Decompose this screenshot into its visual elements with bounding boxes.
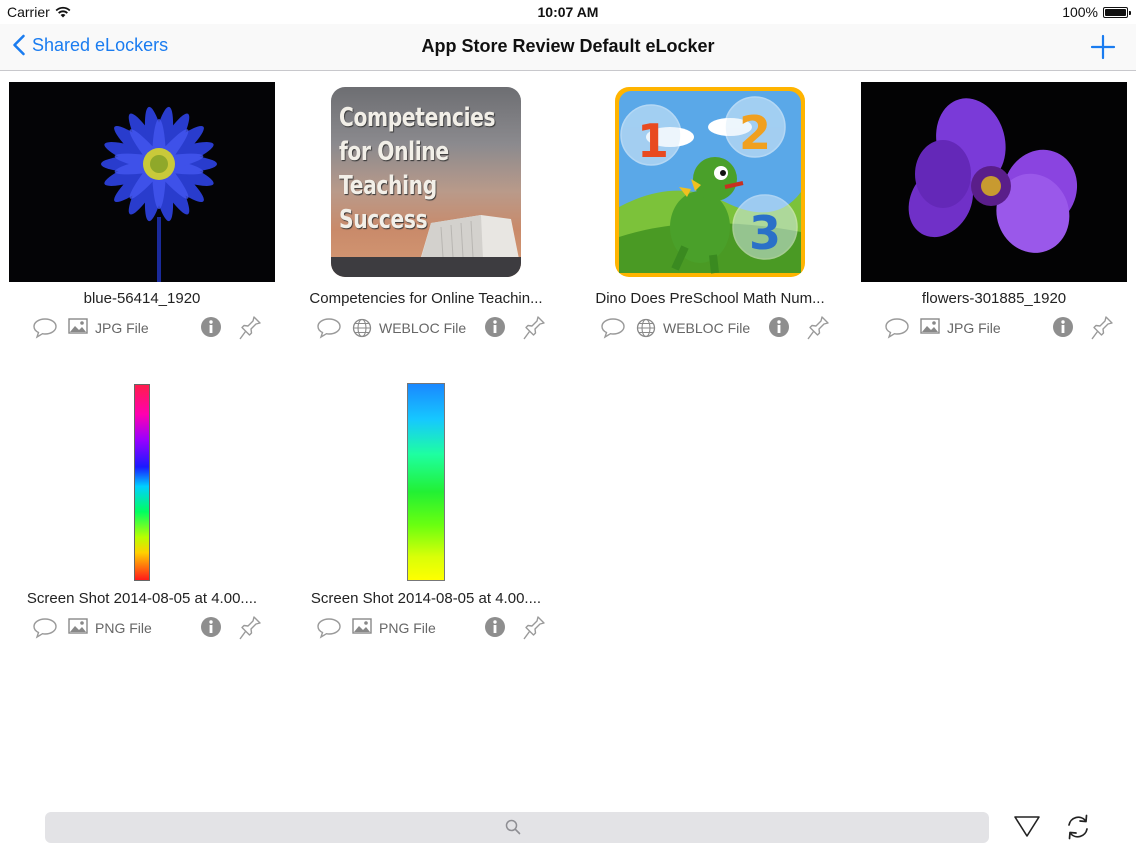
file-meta-row: WEBLOC File [284,315,568,341]
image-icon [68,618,88,634]
clock: 10:07 AM [537,4,599,20]
globe-icon [636,318,656,338]
file-item[interactable]: Competencies for Online Teaching Success… [284,72,568,362]
violet-flower-image [861,82,1127,282]
navigation-bar: Shared eLockers App Store Review Default… [0,24,1136,71]
image-icon [68,318,88,334]
comment-icon[interactable] [32,617,58,639]
comment-icon[interactable] [32,317,58,339]
bottom-toolbar [0,804,1136,852]
status-bar: Carrier 10:07 AM 100% [0,0,1136,24]
chevron-left-icon [13,34,25,56]
file-name: Competencies for Online Teachin... [309,290,543,307]
info-icon[interactable] [484,616,506,638]
file-thumbnail[interactable]: Competencies for Online Teaching Success [284,82,568,282]
file-thumbnail[interactable] [0,82,284,282]
color-gradient-image [407,383,445,581]
file-name: Screen Shot 2014-08-05 at 4.00.... [26,590,258,607]
file-name: Screen Shot 2014-08-05 at 4.00.... [310,590,542,607]
book-cover-image: Competencies for Online Teaching Success [331,87,521,277]
file-type-label: JPG File [947,320,1001,336]
file-item[interactable]: Screen Shot 2014-08-05 at 4.00.... PNG F… [0,372,284,662]
file-name: Dino Does PreSchool Math Num... [595,290,825,307]
pin-icon[interactable] [522,615,546,641]
comment-icon[interactable] [600,317,626,339]
battery-indicator: 100% [1062,4,1131,20]
file-type-label: PNG File [95,620,152,636]
file-thumbnail[interactable]: 1 2 3 [568,82,852,282]
file-item[interactable]: blue-56414_1920 JPG File [0,72,284,362]
back-button[interactable]: Shared eLockers [12,34,168,56]
info-icon[interactable] [1052,316,1074,338]
color-gradient-image [134,383,150,581]
search-input[interactable] [45,812,989,843]
file-meta-row: PNG File [0,615,284,641]
file-meta-row: WEBLOC File [568,315,852,341]
image-icon [352,618,372,634]
pin-icon[interactable] [522,315,546,341]
search-icon [505,819,521,835]
file-meta-row: JPG File [852,315,1136,341]
file-type-label: WEBLOC File [663,320,751,336]
filter-icon[interactable] [1013,814,1041,838]
svg-text:2: 2 [739,106,771,160]
svg-text:1: 1 [637,114,669,168]
file-thumbnail[interactable] [852,82,1136,282]
blue-flower-image [9,82,275,282]
info-icon[interactable] [768,316,790,338]
info-icon[interactable] [484,316,506,338]
file-grid: blue-56414_1920 JPG File Competencies fo… [0,72,1136,792]
add-icon[interactable] [1090,34,1116,60]
file-type-label: JPG File [95,320,149,336]
comment-icon[interactable] [316,617,342,639]
page-title: App Store Review Default eLocker [421,36,715,56]
file-name: flowers-301885_1920 [921,290,1067,307]
pin-icon[interactable] [1090,315,1114,341]
comment-icon[interactable] [884,317,910,339]
pin-icon[interactable] [238,615,262,641]
dino-app-icon-image: 1 2 3 [615,87,805,277]
svg-text:3: 3 [749,206,781,260]
file-type-label: WEBLOC File [379,320,467,336]
pin-icon[interactable] [806,315,830,341]
file-item[interactable]: Screen Shot 2014-08-05 at 4.00.... PNG F… [284,372,568,662]
battery-percent: 100% [1062,4,1098,20]
globe-icon [352,318,372,338]
back-button-label: Shared eLockers [32,34,169,55]
file-item[interactable]: flowers-301885_1920 JPG File [852,72,1136,362]
file-name: blue-56414_1920 [83,290,201,307]
battery-icon [1103,6,1131,18]
file-meta-row: PNG File [284,615,568,641]
pin-icon[interactable] [238,315,262,341]
info-icon[interactable] [200,616,222,638]
file-item[interactable]: 1 2 3 Dino Does PreSchool Math Num... WE… [568,72,852,362]
file-meta-row: JPG File [0,315,284,341]
file-thumbnail[interactable] [0,382,284,582]
refresh-icon[interactable] [1064,813,1092,841]
info-icon[interactable] [200,316,222,338]
image-icon [920,318,940,334]
file-type-label: PNG File [379,620,436,636]
comment-icon[interactable] [316,317,342,339]
file-thumbnail[interactable] [284,382,568,582]
